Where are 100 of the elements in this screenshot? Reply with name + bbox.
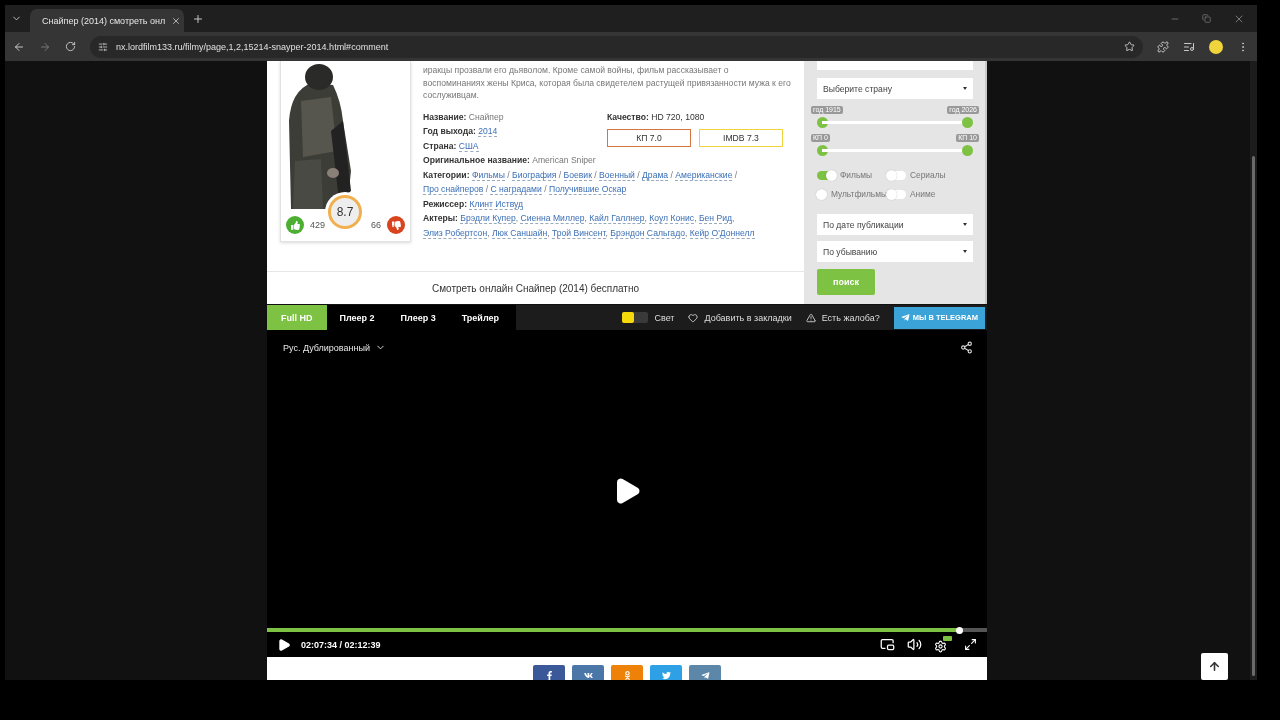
info-link[interactable]: Брэндон Сальгадо (610, 227, 685, 239)
rating-badge: 8.7 (328, 195, 362, 229)
site-settings-icon[interactable] (98, 41, 108, 52)
info-text: , (547, 227, 551, 238)
info-text: Снайпер (468, 111, 504, 122)
scroll-top-button[interactable] (1201, 653, 1228, 680)
share-button[interactable] (533, 665, 565, 680)
play-icon[interactable] (277, 637, 291, 652)
like-button[interactable] (286, 216, 304, 234)
info-link[interactable]: Трой Винсент (551, 227, 606, 239)
sort-select[interactable]: По дате публикации (817, 214, 973, 235)
info-link[interactable]: Американские (675, 169, 733, 181)
dislike-count: 66 (371, 220, 381, 230)
info-text: , (694, 213, 698, 223)
toggle-switch[interactable] (817, 170, 836, 180)
share-button[interactable] (689, 665, 721, 680)
info-label: Режиссер: (423, 198, 467, 209)
info-link[interactable]: Боевик (563, 169, 592, 181)
info-text: , (605, 227, 609, 238)
info-link[interactable]: Про снайперов (423, 184, 484, 195)
new-tab-button[interactable] (192, 12, 204, 25)
info-link[interactable]: Драма (642, 169, 669, 181)
facebook-icon (544, 670, 554, 680)
info-link[interactable]: Получившие Оскар (549, 184, 627, 195)
toggle-switch[interactable] (887, 170, 906, 180)
info-link[interactable]: Военный (599, 169, 635, 181)
info-text: / (636, 169, 641, 180)
info-text: , (487, 227, 491, 238)
light-switch[interactable] (622, 312, 649, 323)
info-link[interactable]: Биография (512, 169, 557, 181)
media-icon[interactable] (1183, 40, 1195, 53)
info-link[interactable]: Брэдли Купер (460, 213, 516, 224)
toggle-label: Аниме (910, 189, 936, 199)
like-count: 429 (310, 220, 326, 230)
dislike-button[interactable] (387, 216, 405, 234)
info-text: , (584, 213, 588, 223)
info-text: , (644, 213, 648, 223)
telegram-icon (700, 670, 710, 680)
url-text: nx.lordfilm133.ru/filmy/page,1,2,15214-snayper-2014.html#comment (116, 41, 390, 52)
twitter-icon (661, 670, 671, 680)
info-link[interactable]: Кайл Галлнер (589, 213, 645, 224)
light-label: Свет (654, 312, 675, 323)
close-tab-icon[interactable] (171, 15, 182, 26)
paper-plane-icon (900, 313, 910, 322)
info-text: , (732, 213, 735, 223)
toggle-switch[interactable] (887, 189, 906, 199)
info-text: / (593, 169, 598, 180)
info-text: / (669, 169, 674, 180)
settings-icon[interactable] (934, 636, 952, 653)
info-label: Категории: (423, 169, 470, 180)
star-icon[interactable] (1124, 41, 1135, 52)
browser-tab[interactable]: Снайпер (2014) смотреть онл (30, 9, 184, 32)
share-button[interactable] (650, 665, 682, 680)
complaint-link[interactable]: Есть жалоба? (821, 312, 880, 323)
score-badge: IMDB 7.3 (699, 129, 783, 147)
puzzle-icon[interactable] (1157, 40, 1169, 53)
toggle-label: Мультфильмы (830, 189, 887, 199)
info-text: HD 720, 1080 (651, 111, 705, 122)
info-text: / (506, 169, 511, 180)
fullscreen-icon[interactable] (964, 638, 977, 651)
range-slider[interactable] (817, 145, 973, 156)
tab-title: Снайпер (2014) смотреть онл (42, 15, 166, 26)
info-link[interactable]: Кейр О'Доннелл (689, 227, 755, 239)
info-label: Год выхода: (423, 126, 476, 136)
info-label: Страна: (423, 140, 457, 151)
time-display: 02:07:34 / 02:12:39 (301, 639, 381, 650)
description: иракцы прозвали его дьяволом. Кроме самой войны, фильм рассказывает о воспоминаниях жены Криса, которая была свидетелем растущей привязанности мужа к его сослуживцам. (423, 64, 792, 102)
info-link[interactable]: С наградами (490, 184, 542, 195)
scrollbar-thumb[interactable] (1252, 156, 1255, 676)
heart-icon (688, 312, 699, 323)
ok-icon (622, 670, 632, 680)
info-link[interactable]: 2014 (478, 126, 498, 137)
pip-icon[interactable] (880, 637, 895, 652)
info-text: / (484, 184, 490, 194)
vk-icon (583, 670, 593, 680)
toggle-label: Фильмы (840, 170, 873, 180)
share-icon[interactable] (960, 341, 973, 354)
video-player[interactable]: Рус. Дублированный (267, 330, 987, 628)
range-slider[interactable] (817, 117, 973, 128)
info-text: American Sniper (532, 155, 596, 165)
share-button[interactable] (572, 665, 604, 680)
bookmark-link[interactable]: Добавить в закладки (704, 312, 792, 323)
sort-select[interactable]: По убыванию (817, 241, 973, 262)
info-text: , (684, 227, 689, 238)
toggle-switch[interactable] (817, 189, 827, 199)
profile-avatar[interactable] (1209, 39, 1223, 54)
volume-icon[interactable] (907, 637, 922, 652)
address-bar[interactable]: nx.lordfilm133.ru/filmy/page,1,2,15214-snayper-2014.html#comment (90, 35, 1143, 58)
country-select[interactable]: Выберите страну (817, 78, 973, 99)
info-link[interactable]: Фильмы (471, 169, 505, 181)
info-link[interactable]: Клинт Иствуд (469, 198, 524, 210)
warning-icon (805, 312, 816, 323)
back-icon[interactable] (13, 40, 25, 53)
info-text: / (557, 169, 563, 180)
audio-track-select[interactable]: Рус. Дублированный (283, 342, 386, 353)
info-label: Название: (423, 111, 467, 122)
info-link[interactable]: США (458, 140, 479, 152)
thumbs-up-icon (290, 220, 300, 230)
reload-icon[interactable] (65, 41, 76, 52)
thumbs-down-icon (391, 220, 401, 230)
